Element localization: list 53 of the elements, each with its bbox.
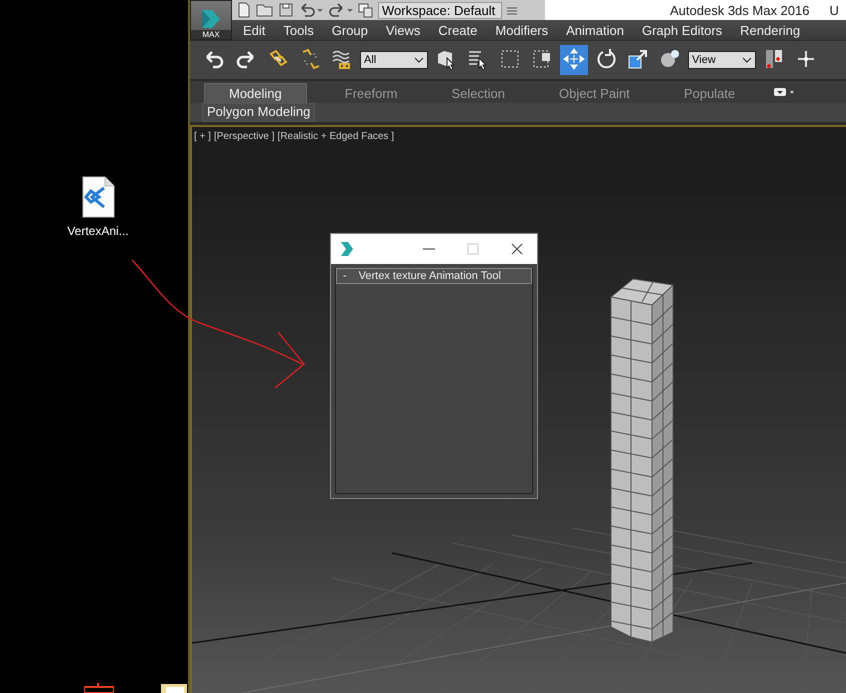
- close-icon[interactable]: [511, 243, 523, 255]
- file-name[interactable]: VertexAni...: [67, 224, 129, 238]
- folder-icon[interactable]: [160, 683, 188, 693]
- move-tool-button[interactable]: [560, 45, 588, 75]
- caret-icon: [414, 57, 424, 63]
- viewport-label[interactable]: [Realistic + Edged Faces ]: [278, 131, 394, 142]
- ribbon-tab[interactable]: Modeling: [204, 83, 307, 103]
- move-icon: [563, 48, 585, 70]
- viewport-label[interactable]: [Perspective ]: [214, 131, 275, 142]
- filter-dropdown[interactable]: View: [688, 51, 756, 69]
- project-icon[interactable]: [358, 2, 374, 18]
- window-cross-icon: [531, 48, 553, 70]
- axis-icon: [795, 48, 817, 70]
- undo-icon: [203, 48, 225, 70]
- scale-icon: [627, 48, 649, 70]
- menu-item[interactable]: Animation: [557, 22, 633, 38]
- menu-item[interactable]: Rendering: [731, 22, 810, 38]
- new-file-icon[interactable]: [236, 2, 252, 18]
- sphere-icon: [659, 48, 681, 70]
- menu-item[interactable]: Create: [429, 22, 486, 38]
- viewport-label[interactable]: [ + ]: [194, 131, 211, 142]
- caret-icon: [742, 57, 752, 63]
- rect-select-icon: [499, 48, 521, 70]
- filter-dropdown[interactable]: All: [360, 51, 428, 69]
- logo-label: MAX: [191, 30, 231, 39]
- ribbon-tab[interactable]: Object Paint: [542, 84, 646, 103]
- maximize-icon: [467, 243, 479, 255]
- redo-icon: [235, 48, 257, 70]
- app-logo-button[interactable]: MAX: [190, 0, 232, 40]
- code-file-icon[interactable]: [81, 176, 115, 218]
- menu-item[interactable]: Edit: [234, 22, 274, 38]
- panel-label[interactable]: Polygon Modeling: [202, 103, 316, 122]
- bind-icon: [331, 48, 353, 70]
- redo-icon[interactable]: [328, 2, 354, 18]
- logo-icon: [339, 241, 355, 257]
- ribbon-tab[interactable]: Populate: [668, 84, 752, 103]
- ribbon-tab[interactable]: Freeform: [328, 84, 414, 103]
- window-title: Autodesk 3ds Max 2016: [670, 2, 810, 18]
- file-title: U: [829, 2, 839, 18]
- menu-item[interactable]: Modifiers: [486, 22, 558, 38]
- menu-item[interactable]: Group: [322, 22, 377, 38]
- options-dropdown-icon[interactable]: [773, 87, 796, 97]
- viewport[interactable]: [ + ] [Perspective ] [Realistic + Edged Faces ] - Vertex texture Animation Tool: [190, 125, 846, 693]
- menu-item[interactable]: Graph Editors: [632, 22, 732, 38]
- save-icon[interactable]: [278, 2, 294, 18]
- menu-item[interactable]: Tools: [274, 22, 323, 38]
- menu-item[interactable]: Views: [376, 22, 430, 38]
- rotate-icon: [595, 48, 617, 70]
- pivot-icon: [763, 48, 785, 70]
- ribbon-tab[interactable]: Selection: [436, 84, 521, 103]
- select-icon: [435, 48, 457, 70]
- workspace-dropdown[interactable]: Workspace: Default: [378, 2, 502, 18]
- rollout-header[interactable]: - Vertex texture Animation Tool: [336, 268, 532, 284]
